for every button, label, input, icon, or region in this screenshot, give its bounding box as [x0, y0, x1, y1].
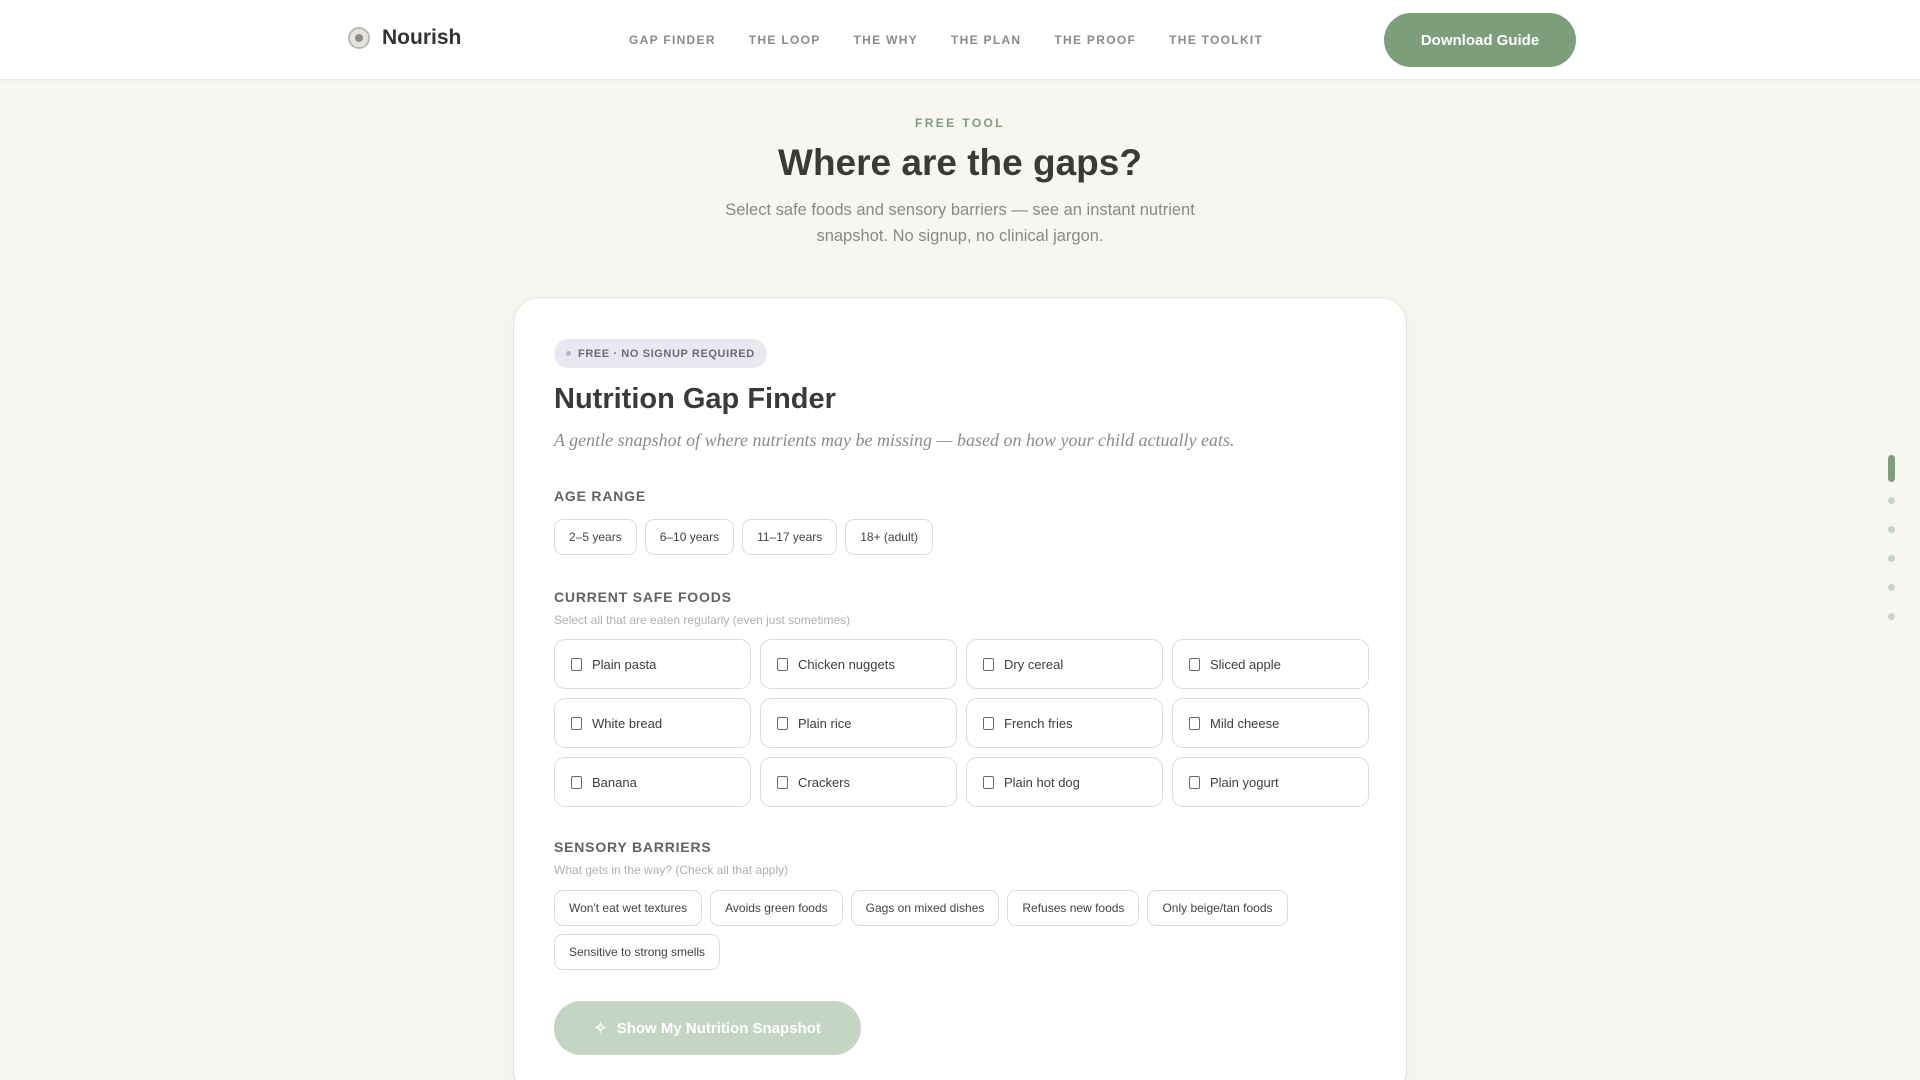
food-option-mild-cheese[interactable]: Mild cheese — [1172, 698, 1369, 748]
food-option-label: Sliced apple — [1210, 656, 1281, 672]
checkbox-icon[interactable] — [571, 775, 582, 789]
nav-links: GAP FINDER THE LOOP THE WHY THE PLAN THE… — [629, 33, 1263, 47]
free-badge: FREE · NO SIGNUP REQUIRED — [554, 339, 767, 368]
download-guide-button[interactable]: Download Guide — [1384, 13, 1576, 67]
section-dot[interactable] — [1888, 584, 1895, 591]
checkbox-icon[interactable] — [777, 775, 788, 789]
checkbox-icon[interactable] — [777, 657, 788, 671]
checkbox-icon[interactable] — [983, 775, 994, 789]
nav-link-the-loop[interactable]: THE LOOP — [749, 33, 821, 47]
checkbox-icon[interactable] — [571, 716, 582, 730]
section-dot[interactable] — [1888, 555, 1895, 562]
barrier-option-green-foods[interactable]: Avoids green foods — [710, 890, 843, 926]
food-option-label: Mild cheese — [1210, 715, 1280, 731]
barrier-option-strong-smells[interactable]: Sensitive to strong smells — [554, 934, 721, 970]
sensory-barriers-hint: What gets in the way? (Check all that ap… — [554, 863, 789, 877]
age-option-11-17[interactable]: 11–17 years — [742, 519, 838, 555]
safe-foods-hint: Select all that are eaten regularly (eve… — [554, 613, 851, 627]
hero-eyebrow: FREE TOOL — [914, 116, 1006, 130]
safe-foods-grid: Plain pasta Chicken nuggets Dry cereal S… — [554, 639, 1369, 807]
barrier-option-wet-textures[interactable]: Won't eat wet textures — [554, 890, 703, 926]
checkbox-icon[interactable] — [571, 657, 582, 671]
food-option-label: Plain rice — [798, 715, 852, 731]
food-option-label: Plain pasta — [592, 656, 657, 672]
hero-subtitle: Select safe foods and sensory barriers —… — [725, 201, 1195, 245]
food-option-french-fries[interactable]: French fries — [966, 698, 1163, 748]
age-range-options: 2–5 years 6–10 years 11–17 years 18+ (ad… — [554, 519, 1374, 555]
food-option-label: Dry cereal — [1004, 656, 1064, 672]
age-option-2-5[interactable]: 2–5 years — [554, 519, 637, 555]
section-dot[interactable] — [1888, 526, 1895, 533]
badge-dot-icon — [566, 351, 571, 356]
food-option-dry-cereal[interactable]: Dry cereal — [966, 639, 1163, 689]
section-dot[interactable] — [1888, 613, 1895, 620]
top-nav: Nourish GAP FINDER THE LOOP THE WHY THE … — [0, 0, 1920, 80]
checkbox-icon[interactable] — [777, 716, 788, 730]
show-snapshot-button[interactable]: ✧ Show My Nutrition Snapshot — [554, 1001, 861, 1055]
food-option-label: Banana — [592, 774, 637, 790]
checkbox-icon[interactable] — [1189, 775, 1200, 789]
food-option-label: Chicken nuggets — [798, 656, 895, 672]
checkbox-icon[interactable] — [1189, 716, 1200, 730]
brand-name: Nourish — [382, 26, 462, 49]
food-option-label: Crackers — [798, 774, 851, 790]
hero-title: Where are the gaps? — [778, 142, 1142, 183]
barrier-option-mixed-dishes[interactable]: Gags on mixed dishes — [850, 890, 1000, 926]
food-option-label: White bread — [592, 715, 663, 731]
nav-link-the-proof[interactable]: THE PROOF — [1054, 33, 1136, 47]
sensory-barriers-options: Won't eat wet textures Avoids green food… — [554, 890, 1374, 970]
food-option-label: Plain hot dog — [1004, 774, 1080, 790]
logo-mark-icon — [348, 27, 370, 49]
food-option-plain-hot-dog[interactable]: Plain hot dog — [966, 757, 1163, 807]
brand-logo[interactable]: Nourish — [348, 26, 461, 50]
food-option-white-bread[interactable]: White bread — [554, 698, 751, 748]
badge-label: FREE · NO SIGNUP REQUIRED — [578, 347, 755, 360]
show-snapshot-label: Show My Nutrition Snapshot — [616, 1019, 821, 1037]
card-subtitle: A gentle snapshot of where nutrients may… — [554, 430, 1235, 450]
section-dot-active[interactable] — [1888, 455, 1895, 482]
nav-link-the-why[interactable]: THE WHY — [854, 33, 918, 47]
food-option-plain-rice[interactable]: Plain rice — [760, 698, 957, 748]
age-range-label: AGE RANGE — [554, 488, 646, 504]
age-option-6-10[interactable]: 6–10 years — [644, 519, 735, 555]
food-option-plain-pasta[interactable]: Plain pasta — [554, 639, 751, 689]
food-option-chicken-nuggets[interactable]: Chicken nuggets — [760, 639, 957, 689]
checkbox-icon[interactable] — [983, 657, 994, 671]
food-option-sliced-apple[interactable]: Sliced apple — [1172, 639, 1369, 689]
barrier-option-new-foods[interactable]: Refuses new foods — [1007, 890, 1140, 926]
gap-finder-card: FREE · NO SIGNUP REQUIRED Nutrition Gap … — [513, 297, 1407, 1080]
safe-foods-label: CURRENT SAFE FOODS — [554, 589, 732, 605]
food-option-plain-yogurt[interactable]: Plain yogurt — [1172, 757, 1369, 807]
nav-link-gap-finder[interactable]: GAP FINDER — [629, 33, 716, 47]
food-option-banana[interactable]: Banana — [554, 757, 751, 807]
age-option-18-plus[interactable]: 18+ (adult) — [845, 519, 933, 555]
checkbox-icon[interactable] — [983, 716, 994, 730]
card-title: Nutrition Gap Finder — [554, 383, 836, 415]
checkbox-icon[interactable] — [1189, 657, 1200, 671]
sensory-barriers-label: SENSORY BARRIERS — [554, 839, 712, 855]
section-dot[interactable] — [1888, 497, 1895, 504]
nav-link-the-toolkit[interactable]: THE TOOLKIT — [1169, 33, 1263, 47]
food-option-crackers[interactable]: Crackers — [760, 757, 957, 807]
barrier-option-beige-foods[interactable]: Only beige/tan foods — [1147, 890, 1288, 926]
food-option-label: French fries — [1004, 715, 1073, 731]
sparkle-icon: ✧ — [594, 1020, 607, 1037]
nav-link-the-plan[interactable]: THE PLAN — [951, 33, 1021, 47]
food-option-label: Plain yogurt — [1210, 774, 1279, 790]
